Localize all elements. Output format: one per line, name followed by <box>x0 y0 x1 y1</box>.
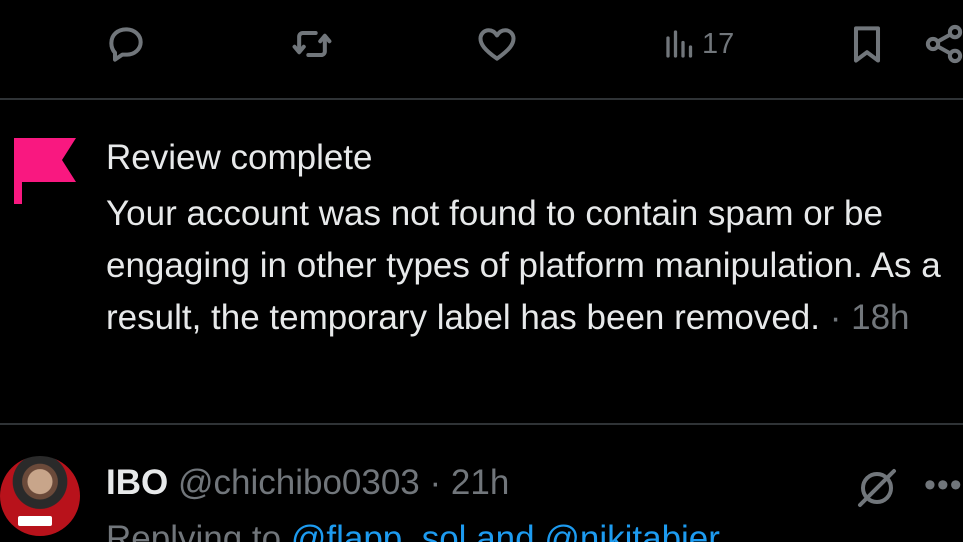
bookmark-button[interactable] <box>845 22 889 66</box>
reply-timestamp[interactable]: 21h <box>451 463 509 502</box>
reply-separator: · <box>419 463 451 502</box>
share-button[interactable] <box>922 22 963 66</box>
repost-button[interactable] <box>290 22 334 66</box>
tweet-action-bar: 17 <box>0 0 963 100</box>
mention-link-2[interactable]: @nikitabier <box>544 519 720 542</box>
repost-icon <box>292 30 332 58</box>
share-icon <box>925 24 963 64</box>
avatar[interactable] <box>0 456 80 536</box>
notice-title: Review complete <box>106 138 373 177</box>
avatar-shirt-logo <box>18 516 52 526</box>
heart-icon <box>478 28 516 61</box>
reply-author-name[interactable]: IBO <box>106 463 168 502</box>
reply-author-handle[interactable]: @chichibo0303 <box>178 463 420 502</box>
reply-icon <box>109 27 143 62</box>
mention-link-1[interactable]: @flapp_sol <box>291 519 467 542</box>
notice-body: Your account was not found to contain sp… <box>106 188 956 344</box>
more-options-icon[interactable]: ••• <box>924 465 963 505</box>
reply-header: IBO @chichibo0303 · 21h <box>106 461 509 505</box>
review-notice: Review complete Your account was not fou… <box>0 100 963 425</box>
replying-prefix: Replying to <box>106 519 291 542</box>
reply-tweet[interactable]: IBO @chichibo0303 · 21h ••• Replying to … <box>0 425 963 542</box>
analytics-icon <box>666 30 693 58</box>
notice-timestamp[interactable]: 18h <box>851 298 909 337</box>
like-button[interactable] <box>475 22 519 66</box>
notice-text: Your account was not found to contain sp… <box>106 194 941 337</box>
replying-conjunction: and <box>466 519 545 542</box>
replying-to-line: Replying to @flapp_sol and @nikitabier <box>106 517 720 542</box>
notice-separator: · <box>820 298 852 337</box>
views-button[interactable]: 17 <box>662 22 734 66</box>
flag-icon <box>14 138 76 204</box>
reply-button[interactable] <box>104 22 148 66</box>
grok-icon[interactable] <box>852 461 902 511</box>
views-count: 17 <box>702 27 735 60</box>
bookmark-icon <box>853 26 881 63</box>
